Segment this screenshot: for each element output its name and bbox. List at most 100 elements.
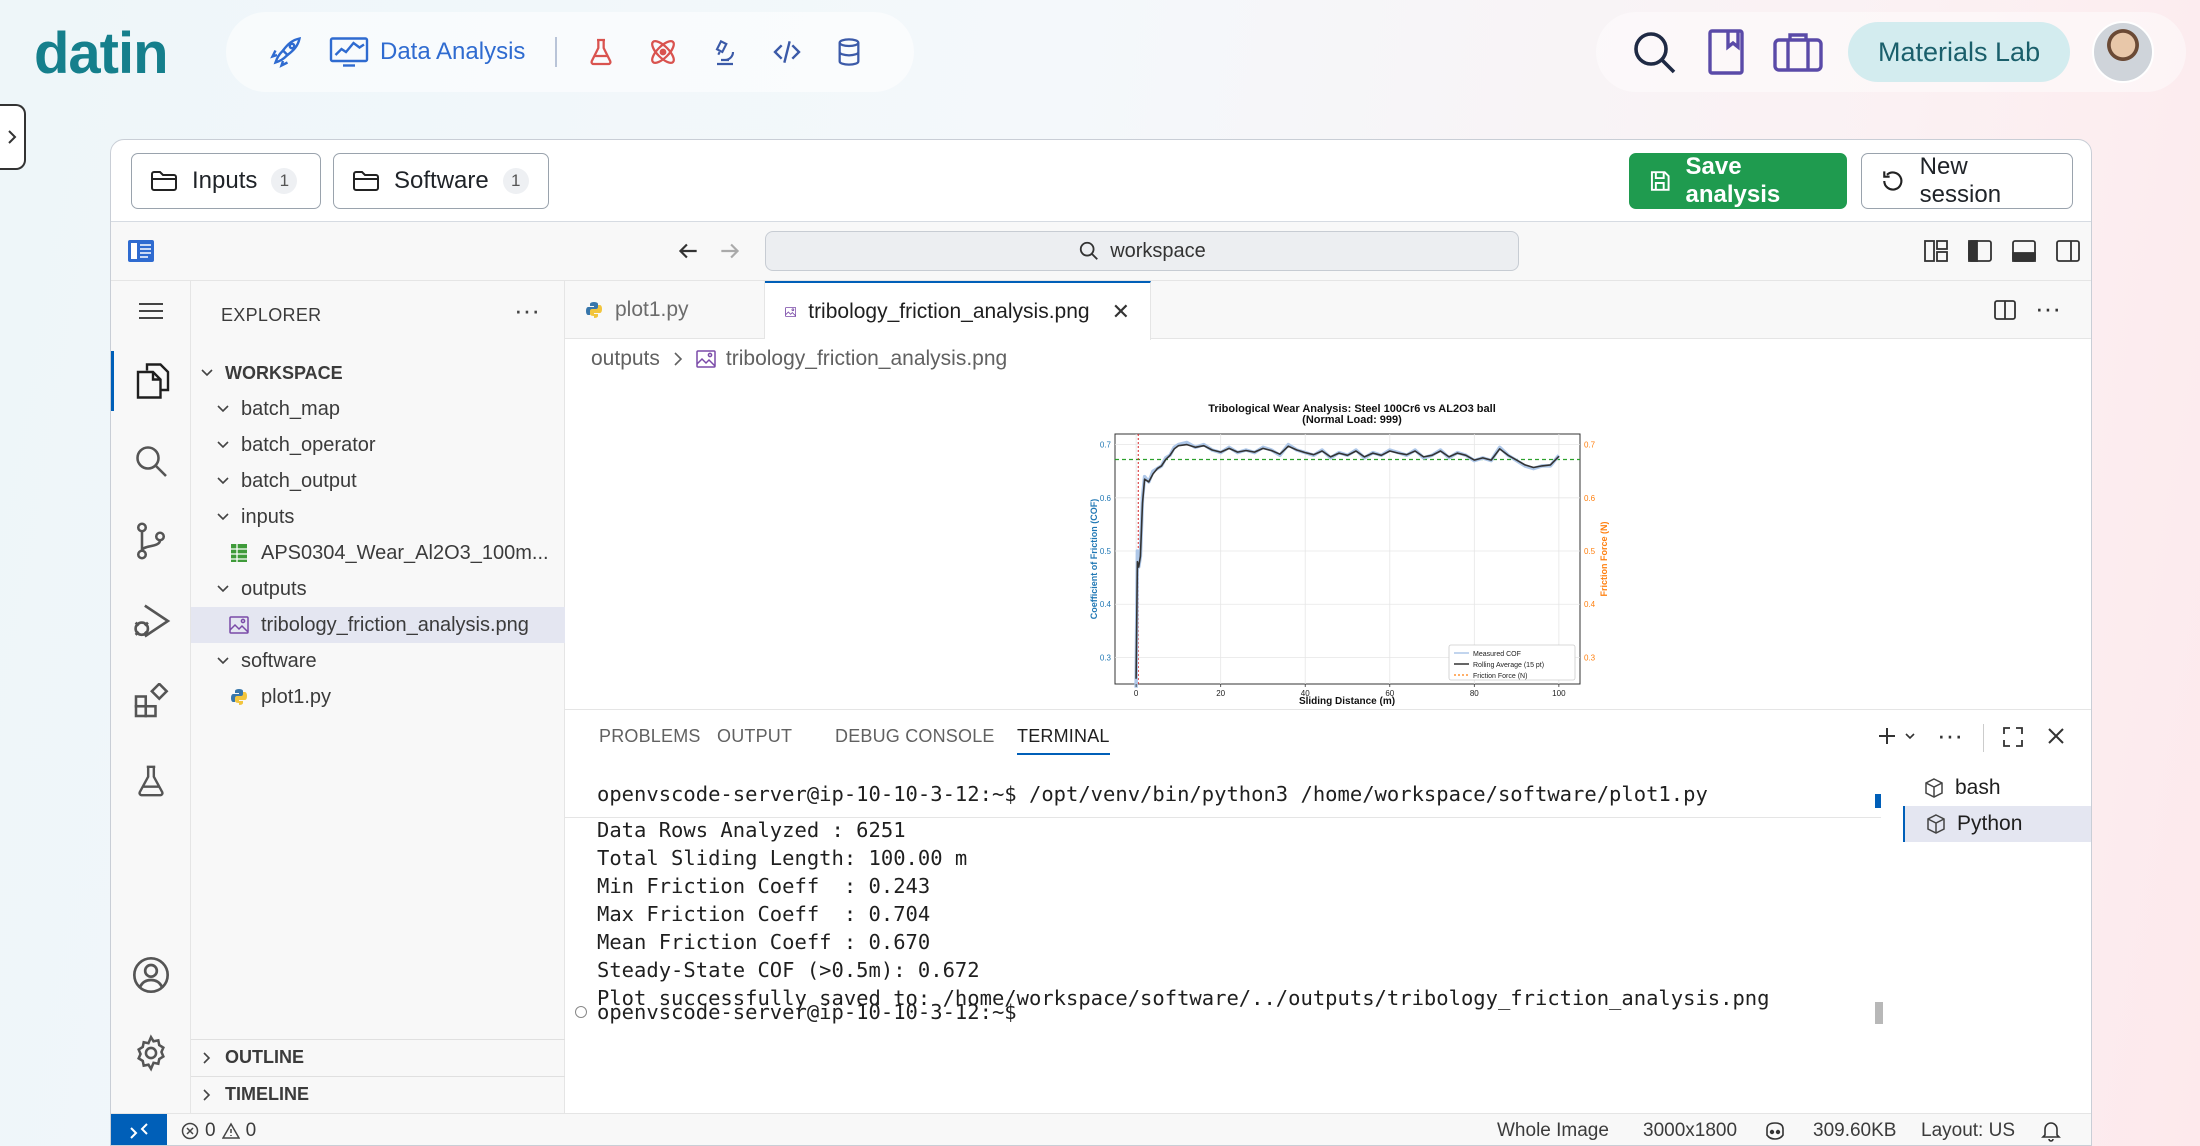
inputs-button-label: Inputs	[192, 167, 258, 194]
terminal-line: Mean Friction Coeff : 0.670	[597, 930, 931, 954]
more-actions-icon[interactable]: ···	[514, 295, 540, 326]
save-analysis-button[interactable]: Save analysis	[1629, 153, 1847, 209]
close-panel-icon[interactable]	[2045, 725, 2067, 747]
folder-software[interactable]: software	[191, 643, 565, 679]
breadcrumb-chevron-icon	[672, 351, 684, 367]
more-actions-icon[interactable]: ···	[2035, 293, 2061, 324]
folder-outputs[interactable]: outputs	[191, 571, 565, 607]
menu-logo-icon[interactable]	[127, 238, 155, 264]
activity-bar	[111, 281, 191, 1113]
chevron-down-icon	[215, 401, 231, 417]
search-icon[interactable]	[111, 431, 191, 491]
back-arrow-icon[interactable]	[675, 238, 701, 264]
analysis-frame: Inputs 1 Software 1 Save analysis New se…	[110, 139, 2092, 1146]
image-file-icon	[229, 615, 249, 635]
maximize-panel-icon[interactable]	[2001, 725, 2025, 749]
terminal-scrollbar[interactable]	[1875, 1002, 1883, 1024]
folder-batch-map[interactable]: batch_map	[191, 391, 565, 427]
new-session-button[interactable]: New session	[1861, 153, 2073, 209]
terminal-python[interactable]: Python	[1903, 806, 2091, 842]
folder-label: outputs	[241, 577, 307, 600]
software-button-label: Software	[394, 167, 489, 194]
extensions-icon[interactable]	[111, 671, 191, 731]
user-avatar[interactable]	[2092, 21, 2155, 83]
explorer-files-icon[interactable]	[111, 351, 191, 411]
software-button[interactable]: Software 1	[333, 153, 549, 209]
keyboard-layout-status[interactable]: Layout: US	[1921, 1120, 2015, 1142]
forward-arrow-icon[interactable]	[717, 238, 743, 264]
toggle-secondary-sidebar-icon[interactable]	[2055, 239, 2081, 263]
timeline-section[interactable]: TIMELINE	[191, 1076, 565, 1112]
database-icon[interactable]	[829, 32, 869, 72]
warning-count: 0	[245, 1120, 257, 1141]
split-editor-icon[interactable]	[1993, 299, 2017, 321]
remote-indicator-icon[interactable]	[111, 1114, 167, 1145]
customize-layout-icon[interactable]	[1923, 239, 1949, 263]
command-center-search[interactable]: workspace	[765, 231, 1519, 271]
toggle-primary-sidebar-icon[interactable]	[1967, 239, 1993, 263]
problems-status[interactable]: 0 0	[181, 1120, 256, 1142]
folder-batch-output[interactable]: batch_output	[191, 463, 565, 499]
image-mode-status[interactable]: Whole Image	[1497, 1120, 1609, 1142]
folder-batch-operator[interactable]: batch_operator	[191, 427, 565, 463]
tab-debug-console[interactable]: DEBUG CONSOLE	[835, 726, 995, 747]
workspace-root[interactable]: WORKSPACE	[191, 355, 565, 391]
new-terminal-button[interactable]	[1875, 724, 1917, 748]
flask-icon[interactable]	[581, 32, 621, 72]
save-icon	[1650, 171, 1670, 191]
tab-plot1-py[interactable]: plot1.py	[565, 281, 765, 339]
atom-icon[interactable]	[643, 32, 683, 72]
account-icon[interactable]	[111, 945, 191, 1005]
terminal-name: bash	[1955, 776, 2001, 799]
microscope-icon[interactable]	[705, 32, 745, 72]
breadcrumb-folder[interactable]: outputs	[591, 347, 660, 371]
search-icon	[1080, 241, 1099, 260]
lab-selector[interactable]: Materials Lab	[1848, 22, 2071, 82]
outline-section[interactable]: OUTLINE	[191, 1039, 565, 1075]
testing-flask-icon[interactable]	[111, 751, 191, 811]
status-bar: 0 0 Whole Image 3000x1800 309.60KB Layou…	[111, 1113, 2091, 1145]
tab-problems[interactable]: PROBLEMS	[599, 726, 701, 747]
more-actions-icon[interactable]: ···	[1937, 720, 1963, 751]
nav-data-analysis-label: Data Analysis	[380, 38, 526, 65]
code-icon[interactable]	[767, 32, 807, 72]
workspace-root-label: WORKSPACE	[225, 362, 343, 383]
terminal-cube-icon	[1927, 814, 1945, 834]
file-plot1-py[interactable]: plot1.py	[191, 679, 565, 715]
terminal-cube-icon	[1925, 778, 1943, 798]
terminal-output[interactable]: openvscode-server@ip-10-10-3-12:~$ /opt/…	[565, 780, 1881, 1110]
briefcase-icon[interactable]	[1770, 24, 1826, 80]
nav-data-analysis[interactable]: Data Analysis	[328, 34, 525, 70]
search-icon[interactable]	[1626, 24, 1682, 80]
file-input-data[interactable]: APS0304_Wear_Al2O3_100m...	[191, 535, 565, 571]
terminal-bash[interactable]: bash	[1903, 770, 2091, 806]
terminal-list: bash Python	[1903, 770, 2091, 1100]
tab-label: plot1.py	[615, 298, 689, 321]
toggle-panel-icon[interactable]	[2011, 239, 2037, 263]
copilot-icon[interactable]	[1763, 1120, 1787, 1142]
close-icon[interactable]: ✕	[1112, 299, 1130, 325]
inputs-button[interactable]: Inputs 1	[131, 153, 321, 209]
source-control-icon[interactable]	[111, 511, 191, 571]
y2-axis-label: Friction Force (N)	[1599, 521, 1609, 596]
notebook-icon[interactable]	[1698, 24, 1754, 80]
run-debug-icon[interactable]	[111, 591, 191, 651]
folder-label: inputs	[241, 505, 295, 528]
command-center-label: workspace	[1110, 239, 1206, 262]
terminal-line: openvscode-server@ip-10-10-3-12:~$ /opt/…	[597, 782, 1708, 806]
hamburger-menu-icon[interactable]	[111, 281, 191, 341]
notifications-bell-icon[interactable]	[2041, 1120, 2061, 1142]
rocket-icon[interactable]	[266, 32, 306, 72]
file-friction-plot[interactable]: tribology_friction_analysis.png	[191, 607, 565, 643]
breadcrumb-file[interactable]: tribology_friction_analysis.png	[726, 347, 1007, 371]
explorer-sidebar: EXPLORER ··· WORKSPACE batch_map batch_o…	[191, 281, 565, 1113]
terminal-line: Total Sliding Length: 100.00 m	[597, 846, 968, 870]
tab-friction-plot[interactable]: tribology_friction_analysis.png ✕	[765, 281, 1151, 340]
tab-output[interactable]: OUTPUT	[717, 726, 792, 747]
side-panel-toggle[interactable]	[0, 104, 26, 170]
y-tick-label: 0.7	[1100, 441, 1112, 450]
settings-gear-icon[interactable]	[111, 1023, 191, 1083]
y2-tick-label: 0.4	[1584, 600, 1596, 609]
tab-terminal[interactable]: TERMINAL	[1017, 726, 1110, 755]
folder-inputs[interactable]: inputs	[191, 499, 565, 535]
